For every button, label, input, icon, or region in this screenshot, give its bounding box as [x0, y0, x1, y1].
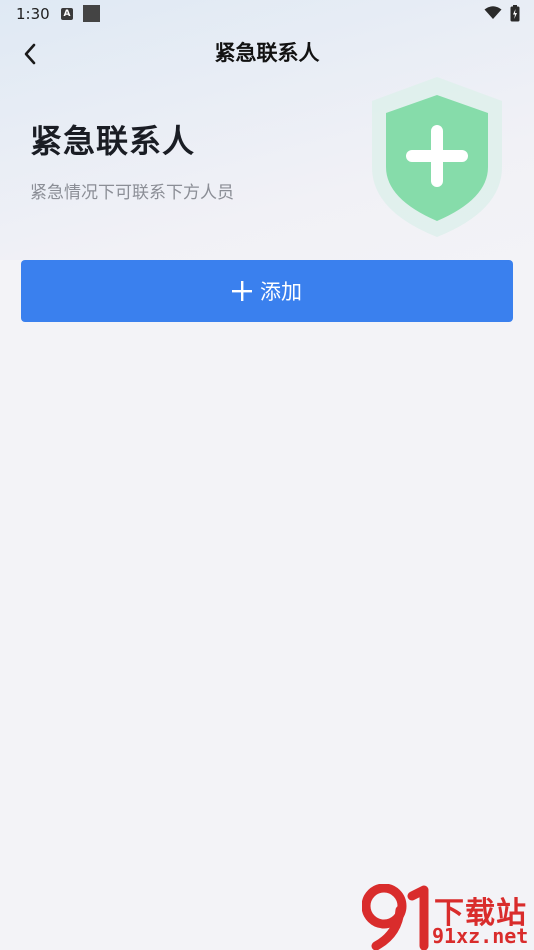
- watermark-text-bottom: 91xz.net: [432, 924, 529, 948]
- wifi-icon: [484, 6, 502, 19]
- notification-app-icon: A: [61, 8, 73, 20]
- watermark-logo: 下载站 91xz.net: [362, 884, 534, 950]
- status-bar: 1:30 A: [0, 0, 534, 28]
- watermark-91-icon: [362, 884, 429, 950]
- notification-square-icon: [83, 5, 100, 22]
- battery-icon: [510, 5, 520, 22]
- shield-plus-icon: [372, 77, 502, 237]
- hero-title: 紧急联系人: [30, 122, 196, 160]
- status-time: 1:30: [16, 5, 50, 23]
- page-title: 紧急联系人: [214, 41, 320, 65]
- add-button-label: 添加: [260, 280, 302, 304]
- add-contact-button[interactable]: 添加: [21, 260, 513, 322]
- plus-icon: [232, 281, 252, 301]
- hero-subtitle: 紧急情况下可联系下方人员: [30, 183, 234, 203]
